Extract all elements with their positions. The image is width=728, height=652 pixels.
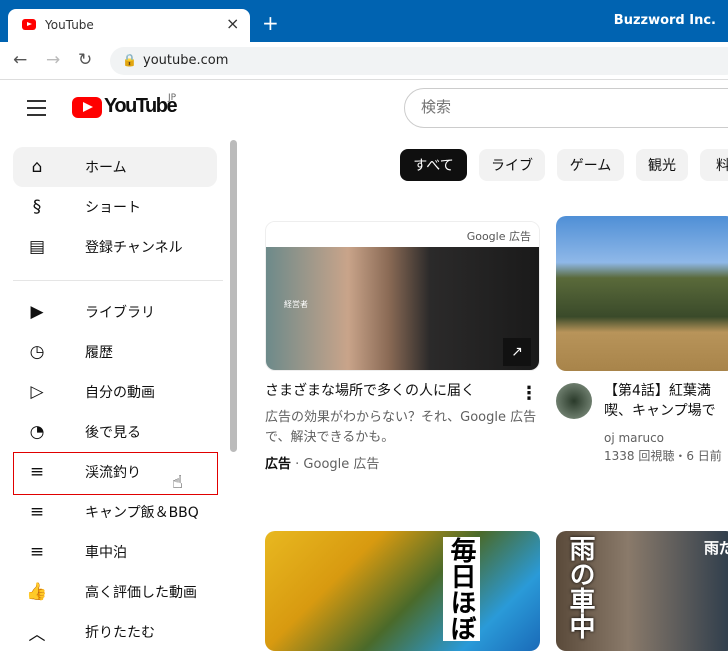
home-icon: ⌂: [31, 157, 43, 177]
tab-title: YouTube: [45, 18, 94, 32]
video-thumbnail[interactable]: 雨の車中 雨だ: [556, 531, 728, 651]
url-text: youtube.com: [143, 53, 229, 68]
thumbs-up-icon: 👍: [26, 582, 48, 602]
playlist-icon: ≡: [29, 542, 45, 562]
thumbnail-overlay-text: 雨の車中: [565, 535, 595, 639]
sidebar-item-label: 自分の動画: [85, 385, 155, 401]
sidebar-item[interactable]: ≡ 車中泊: [13, 532, 217, 572]
sidebar-item-label: 折りたたむ: [85, 625, 155, 641]
region-code: JP: [168, 93, 177, 103]
sidebar-item-label: 車中泊: [85, 545, 127, 561]
filter-chip[interactable]: ゲーム: [557, 149, 624, 181]
thumbnail-caption: 経営者: [284, 300, 308, 309]
highlight-box: [13, 452, 218, 495]
filter-chip[interactable]: 観光: [636, 149, 688, 181]
lock-icon: 🔒: [122, 53, 137, 67]
browser-tab[interactable]: YouTube ×: [8, 9, 250, 42]
logo-text[interactable]: YouTube: [104, 95, 178, 118]
filter-chip[interactable]: 料理: [700, 149, 728, 181]
sidebar-item-label: ホーム: [85, 160, 127, 176]
subscriptions-icon: ▤: [28, 237, 46, 257]
sidebar-item[interactable]: ▷ 自分の動画: [13, 372, 217, 412]
reload-icon[interactable]: ↻: [78, 50, 92, 70]
sidebar-item[interactable]: ◷ 履歴: [13, 332, 217, 372]
ad-thumbnail[interactable]: Google 広告 経営者 ↗: [265, 221, 540, 371]
sidebar-item-label: 高く評価した動画: [85, 585, 197, 601]
sidebar-item-label: ライブラリ: [85, 305, 155, 321]
sidebar-item-label: キャンプ飯＆BBQ: [85, 505, 199, 521]
video-thumbnail[interactable]: 毎日ほぼ: [265, 531, 540, 651]
ad-label: 広告: [265, 457, 292, 472]
history-icon: ◷: [29, 342, 45, 362]
hamburger-menu-icon[interactable]: [27, 100, 46, 121]
playlist-icon: ≡: [29, 502, 45, 522]
shorts-icon: §: [32, 197, 42, 217]
google-ads-badge: Google 広告: [466, 230, 531, 243]
your-videos-icon: ▷: [30, 382, 44, 402]
forward-icon[interactable]: →: [46, 50, 60, 70]
youtube-header: YouTube JP: [0, 80, 728, 136]
hand-cursor-icon: ☝: [172, 472, 183, 493]
sidebar-item[interactable]: ≡ キャンプ飯＆BBQ: [13, 492, 217, 532]
filter-chip[interactable]: すべて: [400, 149, 467, 181]
channel-name[interactable]: oj maruco: [604, 428, 664, 448]
back-icon[interactable]: ←: [13, 50, 27, 70]
sidebar-item[interactable]: ⌂ ホーム: [13, 147, 217, 187]
browser-tab-bar: YouTube × + Buzzword Inc.: [0, 0, 728, 42]
url-bar[interactable]: 🔒 youtube.com: [110, 47, 728, 75]
more-options-icon[interactable]: ⋮: [520, 383, 538, 404]
search-input[interactable]: [421, 99, 721, 116]
video-title[interactable]: 【第4話】紅葉満喫、キャンプ場で焚火で肉を焼く: [604, 381, 728, 421]
youtube-logo-icon[interactable]: [72, 97, 102, 118]
channel-avatar[interactable]: [556, 383, 592, 419]
sidebar-divider: [13, 280, 223, 281]
youtube-favicon-icon: [22, 19, 36, 30]
sidebar-item[interactable]: § ショート: [13, 187, 217, 227]
sidebar-item[interactable]: ◔ 後で見る: [13, 412, 217, 452]
address-bar-row: ← → ↻ 🔒 youtube.com: [0, 42, 728, 80]
close-tab-icon[interactable]: ×: [226, 14, 239, 33]
thumbnail-overlay-text: 毎日ほぼ: [443, 537, 480, 641]
watch-later-icon: ◔: [29, 422, 45, 442]
profile-name: Buzzword Inc.: [613, 13, 716, 28]
filter-chip[interactable]: ライブ: [479, 149, 545, 181]
sidebar-item-label: 履歴: [85, 345, 113, 361]
video-meta: 1338 回視聴・6 日前: [604, 449, 722, 463]
thumbnail-overlay-text: 雨だ: [704, 539, 728, 557]
ad-title[interactable]: さまざまな場所で多くの人に届く: [265, 381, 505, 401]
sidebar-item-label: 後で見る: [85, 425, 141, 441]
ad-description: 広告の効果がわからない？それ、Google 広告で、解決できるかも。: [265, 410, 537, 445]
sidebar-scrollbar[interactable]: [230, 140, 237, 452]
sidebar-item-label: 登録チャンネル: [85, 240, 183, 256]
sidebar-item[interactable]: ︿ 折りたたむ: [13, 612, 217, 652]
external-link-icon[interactable]: ↗: [503, 338, 531, 366]
sidebar-item[interactable]: 👍 高く評価した動画: [13, 572, 217, 612]
new-tab-button[interactable]: +: [262, 11, 279, 35]
ad-label-line: 広告 · Google 広告: [265, 457, 380, 472]
sidebar-item[interactable]: ▤ 登録チャンネル: [13, 227, 217, 267]
video-thumbnail[interactable]: [556, 216, 728, 371]
sidebar-item[interactable]: ▶ ライブラリ: [13, 292, 217, 332]
search-box[interactable]: [404, 88, 728, 128]
library-icon: ▶: [30, 302, 44, 322]
sidebar-item-label: ショート: [85, 200, 141, 216]
chevron-up-icon: ︿: [28, 624, 46, 645]
advertiser[interactable]: Google 広告: [303, 457, 379, 472]
